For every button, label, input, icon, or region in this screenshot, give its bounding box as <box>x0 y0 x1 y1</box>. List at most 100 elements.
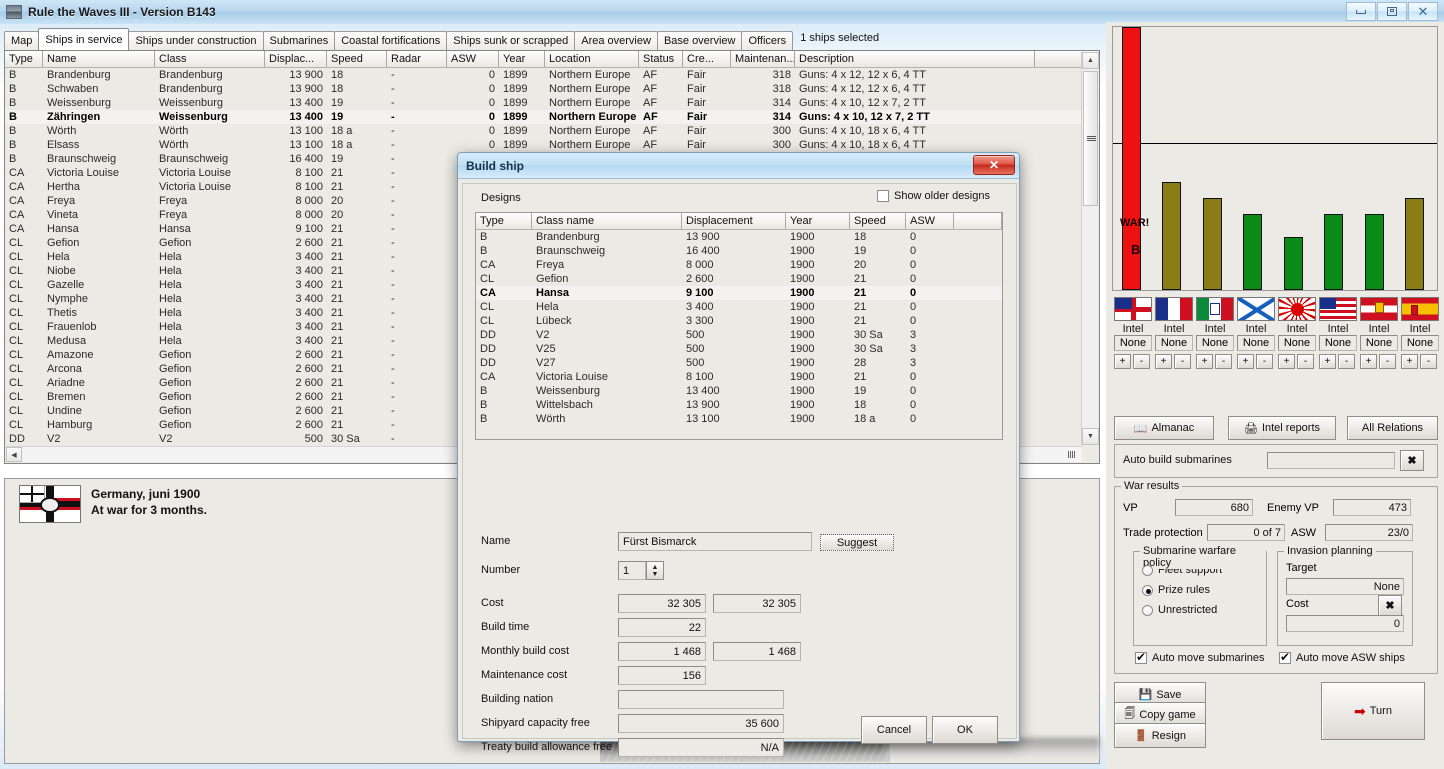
designs-table-body[interactable]: BBrandenburg13 9001900180BBraunschweig16… <box>476 230 1002 426</box>
relation-plus-button[interactable]: + <box>1196 354 1213 369</box>
ships-column-header[interactable]: ASW <box>447 51 499 67</box>
ships-list-vertical-scrollbar[interactable]: ▲ ▼ <box>1081 52 1098 445</box>
ok-button[interactable]: OK <box>932 716 998 744</box>
tab-ships-in-service[interactable]: Ships in service <box>38 28 129 50</box>
table-row[interactable]: CLHela3 4001900210 <box>476 300 1002 314</box>
table-row[interactable]: CAVictoria Louise8 1001900210 <box>476 370 1002 384</box>
dialog-field-value[interactable]: 22 <box>618 618 706 637</box>
table-row[interactable]: CLLübeck3 3001900210 <box>476 314 1002 328</box>
table-row[interactable]: BZähringenWeissenburg13 40019-01899North… <box>5 110 1099 124</box>
designs-table[interactable]: TypeClass nameDisplacementYearSpeedASW B… <box>475 212 1003 440</box>
relation-minus-button[interactable]: - <box>1174 354 1191 369</box>
relation-plus-button[interactable]: + <box>1155 354 1172 369</box>
austria-hungary-flag-icon[interactable] <box>1360 297 1398 321</box>
table-row[interactable]: CAFreya8 0001900200 <box>476 258 1002 272</box>
table-row[interactable]: BWörth13 100190018 a0 <box>476 412 1002 426</box>
japan-flag-icon[interactable] <box>1278 297 1316 321</box>
tab-base-overview[interactable]: Base overview <box>657 31 743 50</box>
ships-column-header[interactable]: Name <box>43 51 155 67</box>
dialog-field-value[interactable]: 1 468 <box>618 642 706 661</box>
relation-plus-button[interactable]: + <box>1360 354 1377 369</box>
scroll-down-icon[interactable]: ▼ <box>1082 428 1099 445</box>
britain-flag-icon[interactable] <box>1114 297 1152 321</box>
relation-minus-button[interactable]: - <box>1297 354 1314 369</box>
chevron-down-icon[interactable]: ▼ <box>652 571 659 578</box>
ships-column-header[interactable]: Type <box>5 51 43 67</box>
table-row[interactable]: BBraunschweig16 4001900190 <box>476 244 1002 258</box>
ships-column-header[interactable]: Maintenan... <box>731 51 795 67</box>
close-button[interactable]: ✕ <box>1408 2 1438 21</box>
designs-column-header[interactable]: Speed <box>850 213 906 229</box>
france-flag-icon[interactable] <box>1155 297 1193 321</box>
sub-policy-option-unrestricted[interactable]: Unrestricted <box>1142 604 1266 616</box>
dialog-field-value[interactable]: Fürst Bismarck <box>618 532 812 551</box>
table-row[interactable]: BBrandenburg13 9001900180 <box>476 230 1002 244</box>
designs-column-header[interactable]: Class name <box>532 213 682 229</box>
relation-plus-button[interactable]: + <box>1237 354 1254 369</box>
auto-build-submarines-field[interactable] <box>1267 452 1395 469</box>
tab-ships-under-construction[interactable]: Ships under construction <box>128 31 263 50</box>
auto-move-submarines-checkbox[interactable]: Auto move submarines <box>1135 652 1265 664</box>
show-older-designs-checkbox[interactable]: Show older designs <box>877 190 990 202</box>
tab-officers[interactable]: Officers <box>741 31 793 50</box>
dialog-field-value[interactable]: 32 305 <box>618 594 706 613</box>
relation-plus-button[interactable]: + <box>1319 354 1336 369</box>
table-row[interactable]: BWörthWörth13 10018 a-01899Northern Euro… <box>5 124 1099 138</box>
scrollbar-thumb[interactable] <box>1083 71 1098 206</box>
resign-button[interactable]: 🚪 Resign <box>1114 723 1206 748</box>
relation-minus-button[interactable]: - <box>1133 354 1150 369</box>
table-row[interactable]: DDV2500190030 Sa3 <box>476 328 1002 342</box>
russia-flag-icon[interactable] <box>1237 297 1275 321</box>
tab-submarines[interactable]: Submarines <box>263 31 336 50</box>
dialog-close-button[interactable]: ✕ <box>973 155 1015 175</box>
relation-plus-button[interactable]: + <box>1114 354 1131 369</box>
table-row[interactable]: BWeissenburgWeissenburg13 40019-01899Nor… <box>5 96 1099 110</box>
number-stepper[interactable]: ▲▼ <box>646 561 664 580</box>
designs-column-header[interactable]: Year <box>786 213 850 229</box>
turn-button[interactable]: ➡ Turn <box>1321 682 1425 740</box>
maximize-button[interactable] <box>1377 2 1407 21</box>
chevron-up-icon[interactable]: ▲ <box>652 564 659 571</box>
suggest-button[interactable]: Suggest <box>820 534 894 551</box>
table-row[interactable]: BWittelsbach13 9001900180 <box>476 398 1002 412</box>
designs-column-header[interactable]: Displacement <box>682 213 786 229</box>
tab-coastal-fortifications[interactable]: Coastal fortifications <box>334 31 447 50</box>
table-row[interactable]: DDV25500190030 Sa3 <box>476 342 1002 356</box>
cancel-button[interactable]: Cancel <box>861 716 927 744</box>
designs-column-header[interactable]: ASW <box>906 213 954 229</box>
table-row[interactable]: BSchwabenBrandenburg13 90018-01899Northe… <box>5 82 1099 96</box>
table-row[interactable]: CAHansa9 1001900210 <box>476 286 1002 300</box>
relation-plus-button[interactable]: + <box>1401 354 1418 369</box>
dialog-field-value[interactable] <box>618 690 784 709</box>
table-row[interactable]: DDV275001900283 <box>476 356 1002 370</box>
usa-flag-icon[interactable] <box>1319 297 1357 321</box>
relation-minus-button[interactable]: - <box>1256 354 1273 369</box>
table-row[interactable]: BBrandenburgBrandenburg13 90018-01899Nor… <box>5 68 1099 82</box>
auto-build-clear-button[interactable]: ✖ <box>1400 450 1424 471</box>
all-relations-button[interactable]: All Relations <box>1347 416 1438 440</box>
tab-ships-sunk-or-scrapped[interactable]: Ships sunk or scrapped <box>446 31 575 50</box>
intel-reports-button[interactable]: 🖨 Intel reports <box>1228 416 1336 440</box>
dialog-field-value[interactable]: N/A <box>618 738 784 757</box>
ships-column-header[interactable]: Speed <box>327 51 387 67</box>
auto-move-asw-checkbox[interactable]: Auto move ASW ships <box>1279 652 1405 664</box>
tab-map[interactable]: Map <box>4 31 39 50</box>
relation-plus-button[interactable]: + <box>1278 354 1295 369</box>
scroll-left-icon[interactable]: ◀ <box>6 447 22 462</box>
spain-flag-icon[interactable] <box>1401 297 1439 321</box>
dialog-field-value[interactable]: 156 <box>618 666 706 685</box>
relation-minus-button[interactable]: - <box>1215 354 1232 369</box>
ships-column-header[interactable]: Status <box>639 51 683 67</box>
ships-column-header[interactable]: Cre... <box>683 51 731 67</box>
ships-column-header[interactable]: Location <box>545 51 639 67</box>
relation-minus-button[interactable]: - <box>1338 354 1355 369</box>
table-row[interactable]: CLGefion2 6001900210 <box>476 272 1002 286</box>
designs-column-header[interactable]: Type <box>476 213 532 229</box>
almanac-button[interactable]: 📖 Almanac <box>1114 416 1214 440</box>
ships-column-header[interactable]: Class <box>155 51 265 67</box>
table-row[interactable]: BWeissenburg13 4001900190 <box>476 384 1002 398</box>
relation-minus-button[interactable]: - <box>1420 354 1437 369</box>
sub-policy-option-prize-rules[interactable]: Prize rules <box>1142 584 1266 596</box>
designs-column-header[interactable] <box>954 213 1002 229</box>
dialog-field-value[interactable]: 1 <box>618 561 646 580</box>
